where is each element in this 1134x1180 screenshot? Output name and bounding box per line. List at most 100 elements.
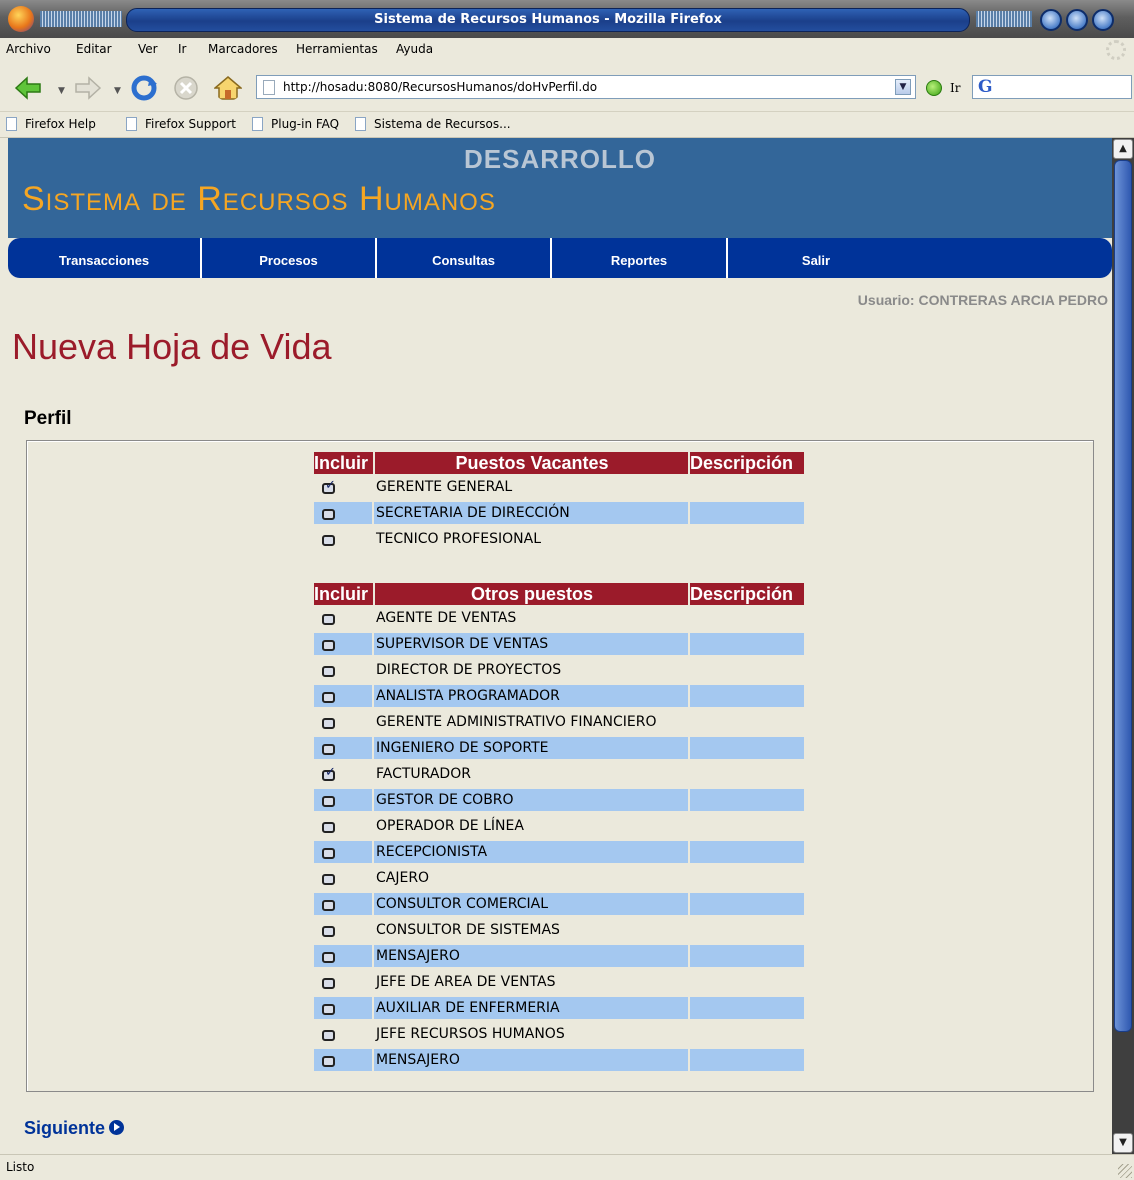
scroll-down-button[interactable]: ▼ — [1113, 1133, 1133, 1153]
back-arrow-icon[interactable] — [14, 75, 42, 101]
incluir-checkbox[interactable] — [322, 848, 335, 859]
table-row: OPERADOR DE LÍNEA — [314, 813, 804, 839]
nav-procesos[interactable]: Procesos — [202, 238, 377, 278]
table-row: CAJERO — [314, 865, 804, 891]
close-button[interactable] — [1092, 9, 1114, 31]
incluir-checkbox[interactable] — [322, 1056, 335, 1067]
descripcion-cell — [690, 607, 804, 629]
incluir-checkbox[interactable] — [322, 926, 335, 937]
incluir-checkbox[interactable] — [322, 874, 335, 885]
descripcion-cell — [690, 685, 804, 707]
reload-icon[interactable] — [130, 75, 158, 101]
bookmark-firefox-help[interactable]: Firefox Help — [6, 117, 96, 131]
scroll-up-button[interactable]: ▲ — [1113, 139, 1133, 159]
incluir-checkbox[interactable] — [322, 765, 336, 781]
table-row: GERENTE GENERAL — [314, 474, 804, 500]
table-row: INGENIERO DE SOPORTE — [314, 735, 804, 761]
resize-grip-icon[interactable] — [1118, 1164, 1132, 1178]
otros-rows: AGENTE DE VENTAS SUPERVISOR DE VENTAS DIRE… — [314, 605, 804, 1073]
incluir-checkbox[interactable] — [322, 614, 335, 625]
puesto-label: CONSULTOR COMERCIAL — [376, 896, 549, 912]
forward-arrow-icon[interactable] — [74, 75, 102, 101]
maximize-button[interactable] — [1066, 9, 1088, 31]
firefox-window: Sistema de Recursos Humanos - Mozilla Fi… — [0, 0, 1134, 1180]
home-icon[interactable] — [214, 75, 242, 101]
page-icon — [263, 80, 275, 95]
incluir-checkbox[interactable] — [322, 692, 335, 703]
col-puestos: Otros puestos — [470, 584, 594, 604]
address-url[interactable]: http://hosadu:8080/RecursosHumanos/doHvP… — [283, 80, 597, 94]
scroll-thumb[interactable] — [1114, 160, 1132, 1032]
col-incluir: Incluir — [314, 453, 369, 473]
next-link[interactable]: Siguiente — [24, 1118, 125, 1139]
descripcion-cell — [690, 711, 804, 733]
bookmark-label: Firefox Help — [25, 117, 96, 131]
menu-editar[interactable]: Editar — [76, 42, 112, 56]
incluir-checkbox[interactable] — [322, 666, 335, 677]
incluir-checkbox[interactable] — [322, 640, 335, 651]
incluir-checkbox[interactable] — [322, 796, 335, 807]
throbber-icon — [1106, 40, 1126, 60]
bookmark-plugin-faq[interactable]: Plug-in FAQ — [252, 117, 339, 131]
descripcion-cell — [690, 737, 804, 759]
puesto-label: CAJERO — [376, 870, 430, 886]
menu-ver[interactable]: Ver — [138, 42, 158, 56]
incluir-checkbox[interactable] — [322, 535, 335, 546]
puesto-label: DIRECTOR DE PROYECTOS — [376, 662, 562, 678]
address-bar[interactable]: http://hosadu:8080/RecursosHumanos/doHvP… — [256, 75, 916, 99]
menu-archivo[interactable]: Archivo — [6, 42, 51, 56]
menu-bar: Archivo Editar Ver Ir Marcadores Herrami… — [0, 38, 1134, 62]
table-row: MENSAJERO — [314, 1047, 804, 1073]
stop-icon[interactable] — [172, 75, 200, 101]
nav-reportes[interactable]: Reportes — [552, 238, 728, 278]
incluir-checkbox[interactable] — [322, 978, 335, 989]
table-row: JEFE DE AREA DE VENTAS — [314, 969, 804, 995]
nav-transacciones[interactable]: Transacciones — [8, 238, 202, 278]
back-history-icon[interactable]: ▼ — [58, 86, 65, 96]
incluir-checkbox[interactable] — [322, 952, 335, 963]
google-search-icon[interactable]: G — [978, 77, 993, 97]
go-label[interactable]: Ir — [950, 81, 960, 95]
descripcion-cell — [690, 789, 804, 811]
search-input[interactable]: G — [972, 75, 1132, 99]
col-descripcion: Descripción — [690, 584, 794, 604]
forward-history-icon[interactable]: ▼ — [114, 86, 121, 96]
incluir-checkbox[interactable] — [322, 478, 336, 494]
titlebar-grip-left — [40, 11, 122, 27]
url-dropdown-icon[interactable]: ▼ — [895, 79, 911, 95]
puesto-label: ANALISTA PROGRAMADOR — [376, 688, 560, 704]
menu-herramientas[interactable]: Herramientas — [296, 42, 378, 56]
window-title: Sistema de Recursos Humanos - Mozilla Fi… — [374, 12, 722, 27]
page-viewport: DESARROLLO Sistema de Recursos Humanos T… — [0, 138, 1112, 1154]
navigation-toolbar: ▼ ▼ http://hosadu:8080/RecursosHumanos/d… — [0, 62, 1134, 112]
incluir-checkbox[interactable] — [322, 1004, 335, 1015]
incluir-checkbox[interactable] — [322, 509, 335, 520]
descripcion-cell — [690, 971, 804, 993]
titlebar-grip-right — [976, 11, 1032, 27]
incluir-checkbox[interactable] — [322, 744, 335, 755]
menu-ir[interactable]: Ir — [178, 42, 186, 56]
nav-salir[interactable]: Salir — [728, 238, 904, 278]
bookmark-page-icon — [126, 117, 137, 131]
incluir-checkbox[interactable] — [322, 900, 335, 911]
incluir-checkbox[interactable] — [322, 1030, 335, 1041]
descripcion-cell — [690, 919, 804, 941]
next-arrow-icon[interactable] — [109, 1120, 125, 1135]
table-row: JEFE RECURSOS HUMANOS — [314, 1021, 804, 1047]
next-label[interactable]: Siguiente — [24, 1118, 105, 1138]
bookmark-firefox-support[interactable]: Firefox Support — [126, 117, 236, 131]
incluir-checkbox[interactable] — [322, 822, 335, 833]
bookmark-sistema-recursos[interactable]: Sistema de Recursos... — [355, 117, 511, 131]
descripcion-cell — [690, 997, 804, 1019]
bookmark-label: Sistema de Recursos... — [374, 117, 511, 131]
go-icon[interactable] — [926, 80, 942, 96]
environment-label: DESARROLLO — [464, 144, 656, 174]
vertical-scrollbar[interactable]: ▲ ▼ — [1112, 138, 1134, 1154]
section-title: Perfil — [24, 408, 72, 429]
minimize-button[interactable] — [1040, 9, 1062, 31]
incluir-checkbox[interactable] — [322, 718, 335, 729]
menu-ayuda[interactable]: Ayuda — [396, 42, 433, 56]
nav-consultas[interactable]: Consultas — [377, 238, 552, 278]
vacantes-table: Incluir Puestos Vacantes Descripción GER… — [314, 452, 804, 552]
menu-marcadores[interactable]: Marcadores — [208, 42, 278, 56]
